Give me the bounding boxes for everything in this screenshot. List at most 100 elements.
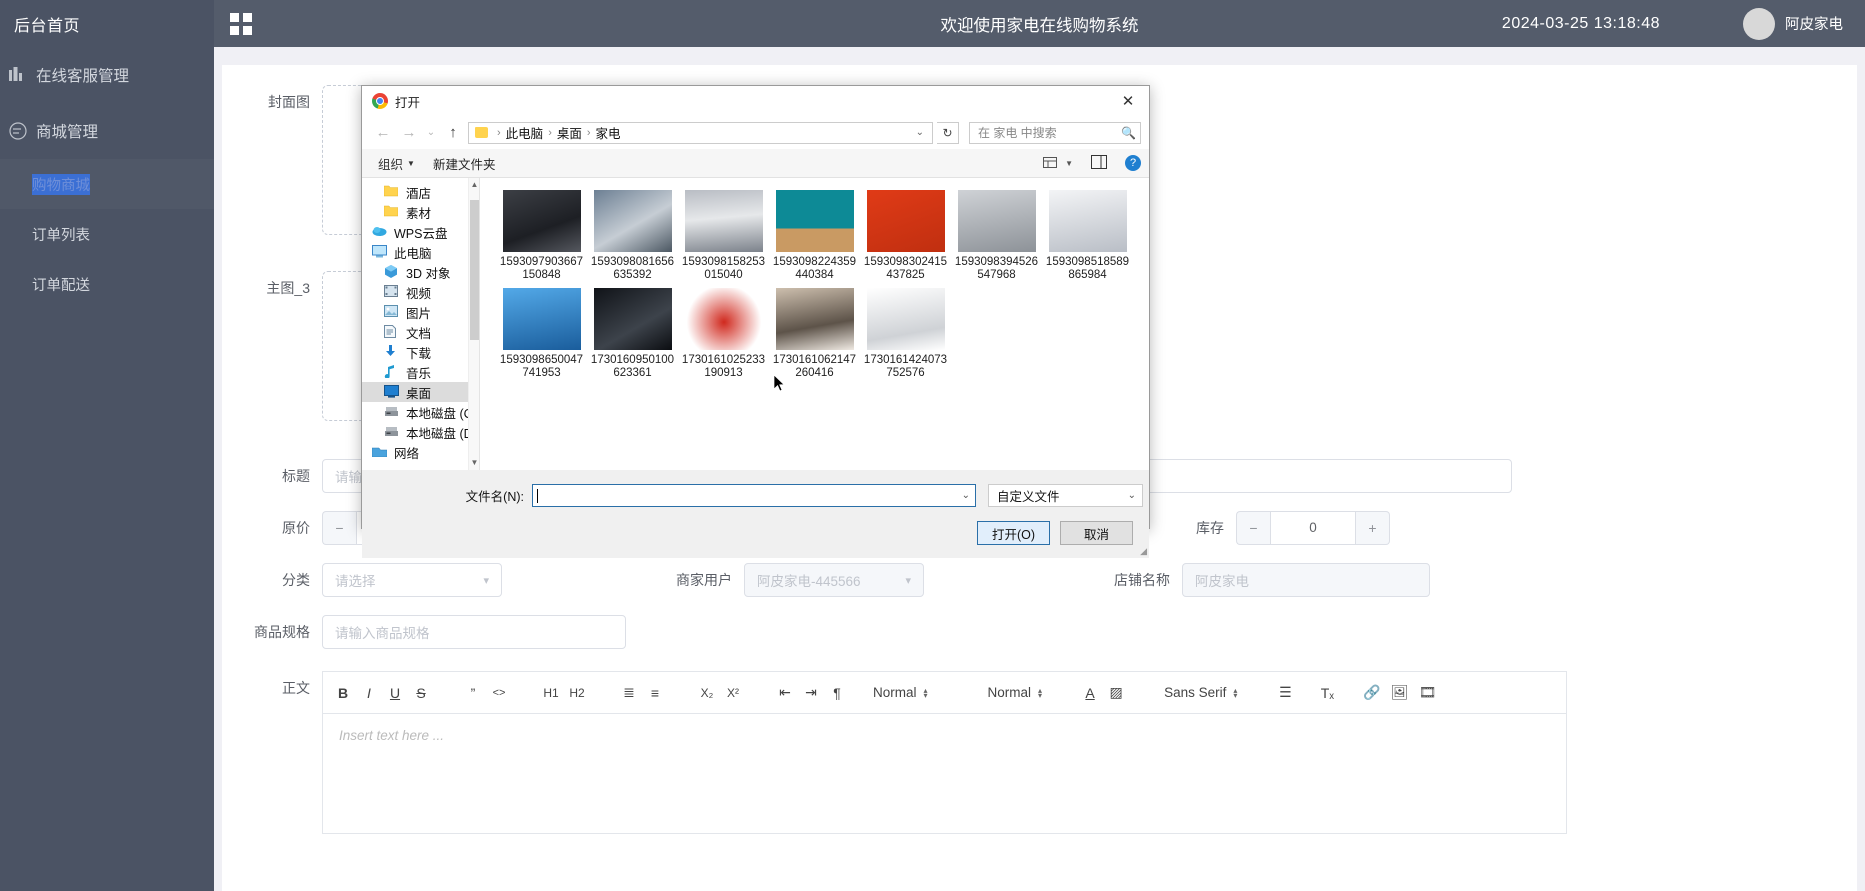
places-item-12[interactable]: 本地磁盘 (D:) (362, 422, 479, 442)
editor-list-ordered-button[interactable]: ≣ (617, 680, 641, 706)
places-item-7[interactable]: 文档 (362, 322, 479, 342)
editor-direction-button[interactable]: ¶ (825, 680, 849, 706)
editor-underline-button[interactable]: U (383, 680, 407, 706)
file-item[interactable]: 1730161062147260416 (769, 288, 860, 380)
editor-link-button[interactable]: 🔗 (1359, 680, 1384, 706)
places-scrollbar[interactable]: ▲ ▼ (468, 178, 479, 470)
places-item-10[interactable]: 桌面 (362, 382, 479, 402)
editor-strike-button[interactable]: S (409, 680, 433, 706)
breadcrumb[interactable]: › 此电脑 › 桌面 › 家电 ⌄ (468, 121, 933, 144)
file-item[interactable]: 1593098224359440384 (769, 190, 860, 282)
breadcrumb-item-2[interactable]: 家电 (596, 123, 621, 142)
stock-minus-button[interactable]: − (1236, 511, 1270, 545)
sidebar-label-shopping-mall: 购物商城 (32, 173, 90, 195)
resize-grip[interactable]: ◢ (1140, 546, 1147, 557)
file-item[interactable]: 1593098302415437825 (860, 190, 951, 282)
editor-video-button[interactable]: 🎞 (1415, 680, 1441, 706)
places-item-9[interactable]: 音乐 (362, 362, 479, 382)
places-item-13[interactable]: 网络 (362, 442, 479, 462)
preview-pane-icon[interactable] (1091, 154, 1107, 172)
places-item-8[interactable]: 下载 (362, 342, 479, 362)
file-item[interactable]: 1593098650047741953 (496, 288, 587, 380)
new-folder-button[interactable]: 新建文件夹 (433, 154, 496, 173)
editor-subscript-button[interactable]: X₂ (695, 680, 719, 706)
file-item[interactable]: 1730160950100623361 (587, 288, 678, 380)
editor-header-1-button[interactable]: H1 (539, 680, 563, 706)
editor-list-bullet-button[interactable]: ≡ (643, 680, 667, 706)
editor-align-button[interactable]: ☰ (1273, 680, 1297, 706)
sidebar-item-home[interactable]: 后台首页 (0, 0, 214, 47)
places-item-1[interactable]: 素材 (362, 202, 479, 222)
scrollbar-thumb[interactable] (470, 200, 479, 340)
editor-italic-button[interactable]: I (357, 680, 381, 706)
category-select[interactable]: 请选择 ▾ (322, 563, 502, 597)
editor-clean-format-button[interactable]: Tₓ (1315, 680, 1339, 706)
editor-font-color-button[interactable]: A (1078, 680, 1102, 706)
file-item[interactable]: 1593097903667150848 (496, 190, 587, 282)
places-item-11[interactable]: 本地磁盘 (C:) (362, 402, 479, 422)
filetype-select[interactable]: 自定义文件 ⌄ (988, 484, 1143, 507)
spec-input[interactable]: 请输入商品规格 (322, 615, 626, 649)
user-menu[interactable]: 阿皮家电 (1743, 7, 1843, 40)
organize-button[interactable]: 组织 ▼ (378, 154, 415, 173)
shop-name-input[interactable]: 阿皮家电 (1182, 563, 1430, 597)
price-minus-button[interactable]: minus-icon− (322, 511, 356, 545)
refresh-icon[interactable]: ↻ (937, 121, 959, 144)
editor-header-select[interactable]: Normal ▴ ▾ (980, 680, 1049, 706)
editor-header-2-button[interactable]: H2 (565, 680, 589, 706)
help-icon[interactable]: ? (1125, 155, 1141, 171)
file-thumbnail (593, 190, 672, 252)
stock-stepper[interactable]: − 0 + (1236, 511, 1390, 545)
merchant-select[interactable]: 阿皮家电-445566 ▾ (744, 563, 924, 597)
editor-bold-button[interactable]: B (331, 680, 355, 706)
editor-indent-increase-button[interactable]: ⇥ (799, 680, 823, 706)
app-sidebar: 后台首页 在线客服管理 商城管理 购物商城 订单列表 订单配送 (0, 0, 214, 891)
filename-input[interactable]: ⌄ (532, 484, 976, 507)
chevron-down-icon[interactable]: ⌄ (912, 127, 928, 138)
cancel-button[interactable]: 取消 (1060, 521, 1133, 545)
places-item-3[interactable]: 此电脑 (362, 242, 479, 262)
breadcrumb-item-0[interactable]: 此电脑 (506, 123, 544, 142)
chevron-down-icon[interactable]: ⌄ (962, 490, 970, 501)
places-item-2[interactable]: WPS云盘 (362, 222, 479, 242)
editor-font-select[interactable]: Sans Serif ▴ ▾ (1156, 680, 1243, 706)
close-icon[interactable]: ✕ (1107, 86, 1149, 116)
editor-content-area[interactable]: Insert text here ... (322, 714, 1567, 834)
up-icon[interactable]: ↑ (442, 122, 464, 144)
file-item[interactable]: 1593098158253015040 (678, 190, 769, 282)
editor-background-color-button[interactable]: ▨ (1104, 680, 1128, 706)
label-cover: 封面图 (268, 94, 310, 110)
scroll-down-icon[interactable]: ▼ (469, 456, 479, 470)
back-icon[interactable]: ← (372, 122, 394, 144)
scroll-up-icon[interactable]: ▲ (469, 178, 479, 192)
file-item[interactable]: 1730161025233190913 (678, 288, 769, 380)
stock-plus-button[interactable]: + (1356, 511, 1390, 545)
editor-image-button[interactable]: 🖼 (1387, 680, 1413, 706)
places-item-4[interactable]: 3D 对象 (362, 262, 479, 282)
search-input[interactable]: 在 家电 中搜索 🔍 (969, 121, 1141, 144)
sidebar-item-shop-management[interactable]: 商城管理 (0, 103, 214, 159)
file-item[interactable]: 1593098081656635392 (587, 190, 678, 282)
editor-blockquote-button[interactable]: ” (461, 680, 485, 706)
editor-superscript-button[interactable]: X² (721, 680, 745, 706)
forward-icon[interactable]: → (398, 122, 420, 144)
places-item-6[interactable]: 图片 (362, 302, 479, 322)
file-item[interactable]: 1593098394526547968 (951, 190, 1042, 282)
file-item[interactable]: 1730161424073752576 (860, 288, 951, 380)
sidebar-item-order-list[interactable]: 订单列表 (0, 209, 214, 259)
recent-locations-icon[interactable]: ⌄ (424, 122, 438, 144)
breadcrumb-separator: › (497, 126, 501, 139)
open-button[interactable]: 打开(O) (977, 521, 1050, 545)
view-icon[interactable]: ▼ (1043, 156, 1073, 170)
editor-indent-decrease-button[interactable]: ⇤ (773, 680, 797, 706)
breadcrumb-item-1[interactable]: 桌面 (557, 123, 582, 142)
sidebar-item-shopping-mall[interactable]: 购物商城 (0, 159, 214, 209)
editor-code-block-button[interactable]: <> (487, 680, 511, 706)
stock-value[interactable]: 0 (1270, 511, 1356, 545)
places-item-5[interactable]: 视频 (362, 282, 479, 302)
sidebar-item-customer-service[interactable]: 在线客服管理 (0, 47, 214, 103)
file-item[interactable]: 1593098518589865984 (1042, 190, 1133, 282)
places-item-0[interactable]: 酒店 (362, 182, 479, 202)
editor-size-select[interactable]: Normal ▴ ▾ (865, 680, 934, 706)
sidebar-item-order-delivery[interactable]: 订单配送 (0, 259, 214, 309)
